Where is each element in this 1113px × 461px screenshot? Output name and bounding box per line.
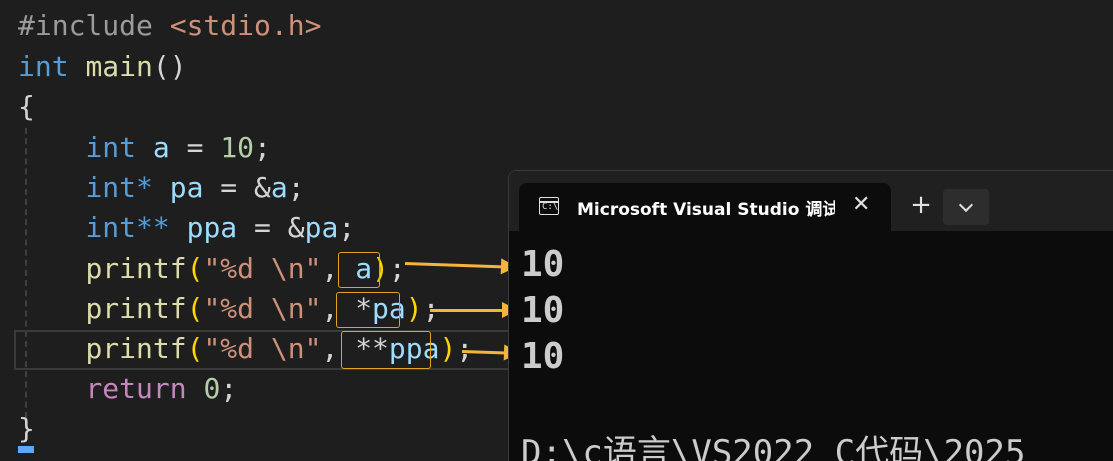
variable: pa xyxy=(304,211,339,244)
semicolon: ; xyxy=(338,211,356,244)
format-string: "%d \n" xyxy=(203,332,322,365)
code-line-return: return 0; xyxy=(18,369,237,409)
variable: a xyxy=(152,131,170,164)
paren: ( xyxy=(186,332,204,365)
code-line-decl-pa: int* pa = &a; xyxy=(18,168,305,208)
keyword: int xyxy=(85,131,137,164)
semicolon: ; xyxy=(254,131,271,164)
function-call: printf xyxy=(85,332,187,365)
format-string: "%d \n" xyxy=(203,252,322,285)
semicolon: ; xyxy=(456,332,474,365)
number: 10 xyxy=(220,131,255,164)
close-icon[interactable]: ✕ xyxy=(852,192,870,217)
paren: ) xyxy=(405,292,423,325)
paren: ( xyxy=(186,252,204,285)
brace: } xyxy=(18,412,35,445)
keyword: int** xyxy=(85,211,170,244)
annotation-box-pa xyxy=(336,292,400,328)
function-call: printf xyxy=(85,292,187,325)
operator: = & xyxy=(237,211,305,244)
annotation-box-ppa xyxy=(341,331,431,369)
code-line-decl-ppa: int** ppa = &pa; xyxy=(18,208,355,248)
annotation-box-a xyxy=(338,252,380,288)
code-line-close-brace: } xyxy=(18,409,35,449)
semicolon: ; xyxy=(287,171,305,204)
tab-debug-console[interactable]: C:\ Microsoft Visual Studio 调试控制台 ✕ xyxy=(519,183,891,231)
semicolon: ; xyxy=(388,252,406,285)
keyword: int xyxy=(18,50,69,83)
format-string: "%d \n" xyxy=(203,292,322,325)
annotation-arrow-1 xyxy=(404,262,503,269)
tab-bar: C:\ Microsoft Visual Studio 调试控制台 ✕ + xyxy=(509,171,1113,231)
function-name: main xyxy=(85,50,153,83)
code-line-include: #include <stdio.h> xyxy=(18,6,321,46)
semicolon: ; xyxy=(220,372,238,405)
brace: { xyxy=(18,90,35,123)
keyword: return xyxy=(85,372,187,405)
text-cursor xyxy=(18,446,34,453)
operator: = & xyxy=(203,171,271,204)
function-call: printf xyxy=(85,252,187,285)
debug-console-window[interactable]: C:\ Microsoft Visual Studio 调试控制台 ✕ + 10… xyxy=(508,170,1113,461)
operator: = xyxy=(169,131,221,164)
variable: a xyxy=(270,171,288,204)
variable: pa xyxy=(169,171,204,204)
parens: () xyxy=(152,50,187,83)
plus-icon[interactable]: + xyxy=(905,189,937,221)
console-path-line: D:\c语言\VS2022 C代码\2025 xyxy=(521,433,1026,461)
paren: ) xyxy=(439,332,457,365)
terminal-icon-text: C:\ xyxy=(542,202,559,212)
annotation-arrow-2 xyxy=(430,302,518,318)
include-header: <stdio.h> xyxy=(169,9,322,42)
chevron-down-icon[interactable] xyxy=(943,189,989,225)
keyword: int* xyxy=(85,171,153,204)
tab-title: Microsoft Visual Studio 调试控制台 xyxy=(577,200,835,219)
console-output-line: 10 xyxy=(521,336,565,377)
paren: ( xyxy=(186,292,204,325)
code-line-open-brace: { xyxy=(18,87,35,127)
terminal-icon: C:\ xyxy=(539,197,559,215)
console-output-line: 10 xyxy=(521,244,565,285)
console-output-line: 10 xyxy=(521,290,565,331)
preprocessor-directive: #include xyxy=(18,9,153,42)
code-line-decl-a: int a = 10; xyxy=(18,128,271,168)
variable: ppa xyxy=(186,211,238,244)
number: 0 xyxy=(203,372,221,405)
code-line-main: int main() xyxy=(18,47,187,87)
